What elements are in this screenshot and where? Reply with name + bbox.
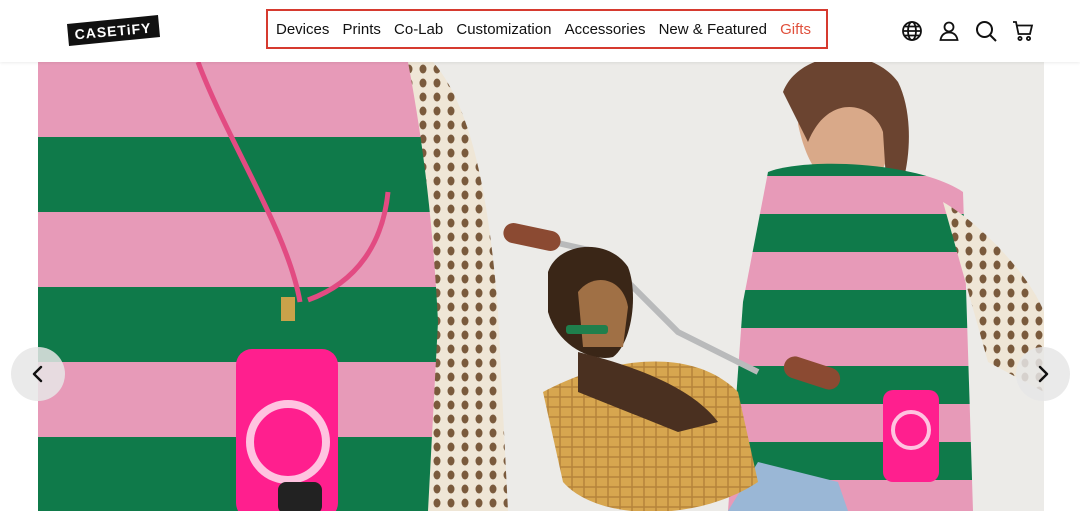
nav-item-co-lab[interactable]: Co-Lab: [394, 21, 443, 38]
casetify-logo[interactable]: CASETiFY: [67, 15, 160, 46]
carousel-next-button[interactable]: [1016, 347, 1070, 401]
main-nav: Devices Prints Co-Lab Customization Acce…: [266, 9, 828, 49]
nav-item-prints[interactable]: Prints: [343, 21, 381, 38]
cart-icon[interactable]: [1011, 19, 1035, 43]
hero-banner-image[interactable]: [38, 62, 1044, 511]
nav-item-devices[interactable]: Devices: [276, 21, 329, 38]
carousel-prev-button[interactable]: [11, 347, 65, 401]
search-icon[interactable]: [974, 19, 998, 43]
nav-item-accessories[interactable]: Accessories: [565, 21, 646, 38]
nav-item-customization[interactable]: Customization: [456, 21, 551, 38]
site-header: CASETiFY Devices Prints Co-Lab Customiza…: [0, 0, 1080, 62]
chevron-left-icon: [32, 365, 43, 383]
nav-item-gifts[interactable]: Gifts: [780, 21, 811, 38]
chevron-right-icon: [1038, 365, 1049, 383]
account-icon[interactable]: [937, 19, 961, 43]
header-icons: [900, 19, 1035, 43]
globe-icon[interactable]: [900, 19, 924, 43]
nav-item-new-featured[interactable]: New & Featured: [659, 21, 767, 38]
